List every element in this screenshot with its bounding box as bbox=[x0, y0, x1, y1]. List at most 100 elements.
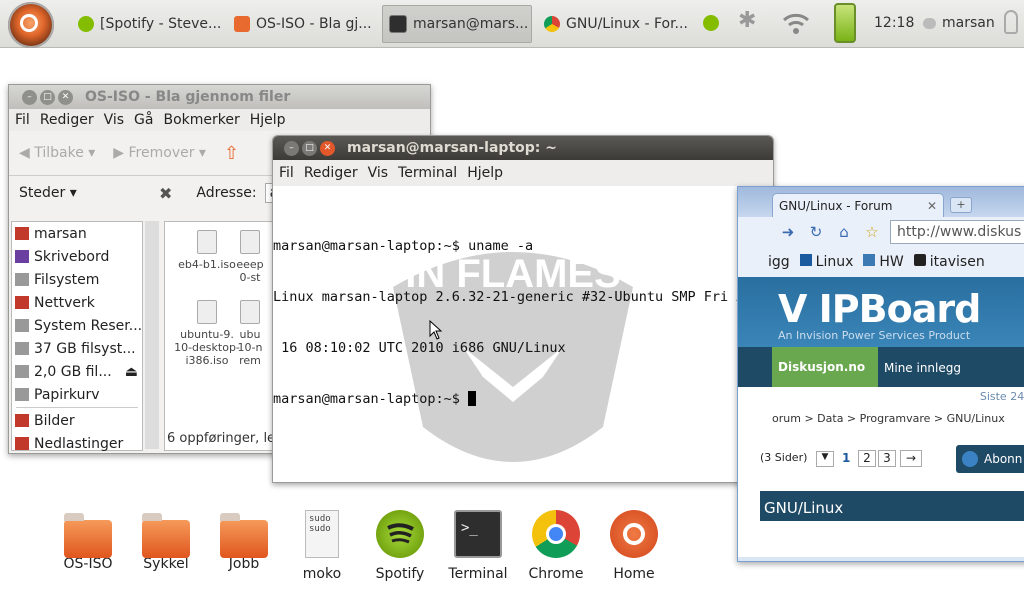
sidebar-item-bilder[interactable]: Bilder bbox=[12, 409, 142, 432]
icon-label: Jobb bbox=[228, 556, 260, 572]
power-icon[interactable] bbox=[1004, 10, 1018, 34]
terminal-window: – □ ✕ marsan@marsan-laptop: ~ Fil Redige… bbox=[272, 135, 774, 483]
next-page-icon[interactable]: → bbox=[900, 450, 922, 467]
pages-dropdown[interactable]: ▼ bbox=[816, 451, 834, 467]
sidebar-item-filsystem[interactable]: Filsystem bbox=[12, 268, 142, 291]
clock[interactable]: 12:18 bbox=[874, 15, 914, 31]
desktop-icon-home[interactable]: Home bbox=[598, 510, 670, 582]
navigation-bar: ➜ ↻ ⌂ ☆ http://www.diskus bbox=[738, 217, 1024, 247]
sidebar-item-nedlastinger[interactable]: Nedlastinger bbox=[12, 432, 142, 453]
usb-drive-icon bbox=[15, 365, 29, 378]
home-folder-icon bbox=[15, 227, 29, 240]
since-link[interactable]: Siste 24 t bbox=[980, 390, 1024, 403]
maximize-button[interactable]: □ bbox=[302, 140, 317, 156]
menu-hjelp[interactable]: Hjelp bbox=[250, 112, 286, 128]
home-icon[interactable]: ⌂ bbox=[834, 222, 854, 242]
bookmark-item[interactable]: itavisen bbox=[913, 254, 985, 270]
sidebar-scrollbar[interactable] bbox=[145, 221, 159, 449]
menu-rediger[interactable]: Rediger bbox=[304, 165, 358, 181]
file-item[interactable]: eeep 0-st bbox=[235, 230, 265, 284]
ubuntu-icon bbox=[610, 510, 658, 558]
close-tab-icon[interactable]: ✕ bbox=[927, 199, 937, 213]
url-bar[interactable]: http://www.diskus bbox=[890, 220, 1024, 244]
bookmark-star-icon[interactable]: ☆ bbox=[862, 222, 882, 242]
menu-hjelp[interactable]: Hjelp bbox=[467, 165, 503, 181]
spotify-tray-icon[interactable] bbox=[703, 15, 719, 31]
bookmark-item[interactable]: igg bbox=[768, 254, 790, 270]
reload-icon[interactable]: ↻ bbox=[806, 222, 826, 242]
page-1[interactable]: 1 bbox=[842, 451, 850, 465]
up-icon[interactable]: ⇧ bbox=[224, 143, 239, 164]
minimize-button[interactable]: – bbox=[22, 89, 37, 105]
bookmark-item[interactable]: Linux bbox=[799, 254, 853, 270]
spotify-icon bbox=[78, 16, 94, 32]
minimize-button[interactable]: – bbox=[284, 140, 299, 156]
wifi-icon[interactable] bbox=[780, 8, 812, 38]
desktop-icon-terminal[interactable]: >_ Terminal bbox=[442, 510, 514, 582]
file-manager-titlebar[interactable]: – □ ✕ OS-ISO - Bla gjennom filer bbox=[9, 85, 430, 109]
sidebar-item-2gb[interactable]: 2,0 GB fil... ⏏ bbox=[12, 360, 142, 383]
forward-icon[interactable]: ➜ bbox=[778, 222, 798, 242]
menu-bokmerker[interactable]: Bokmerker bbox=[163, 112, 239, 128]
taskbar-item-terminal[interactable]: marsan@mars... bbox=[382, 5, 532, 43]
terminal-line: marsan@marsan-laptop:~$ uname -a bbox=[273, 238, 534, 254]
close-button[interactable]: ✕ bbox=[320, 140, 335, 156]
menubar: Fil Rediger Vis Gå Bokmerker Hjelp bbox=[9, 109, 430, 131]
close-button[interactable]: ✕ bbox=[58, 89, 73, 105]
places-dropdown[interactable]: Steder ▾ bbox=[19, 185, 159, 201]
menu-fil[interactable]: Fil bbox=[15, 112, 30, 128]
username[interactable]: marsan bbox=[942, 15, 995, 31]
sidebar-item-system-reserved[interactable]: System Reser... bbox=[12, 314, 142, 337]
tab-gnu-linux-forum[interactable]: GNU/Linux - Forum ✕ bbox=[772, 193, 944, 217]
bookmark-item[interactable]: HW bbox=[863, 254, 904, 270]
sidebar-item-papirkurv[interactable]: Papirkurv bbox=[12, 383, 142, 406]
eject-icon[interactable]: ⏏ bbox=[125, 364, 138, 380]
bookmarks-bar: igg Linux HW itavisen bbox=[738, 247, 1024, 277]
menu-ga[interactable]: Gå bbox=[134, 112, 153, 128]
desktop-icon-moko[interactable]: sudo sudo moko bbox=[286, 510, 358, 582]
file-item[interactable]: ubu 10-n rem bbox=[235, 300, 265, 367]
subscribe-button[interactable]: Abonn bbox=[956, 445, 1024, 473]
breadcrumb: orum > Data > Programvare > GNU/Linux bbox=[772, 412, 1005, 425]
menu-terminal[interactable]: Terminal bbox=[398, 165, 457, 181]
folder-icon bbox=[220, 513, 268, 558]
desktop-icon-chrome[interactable]: Chrome bbox=[520, 510, 592, 582]
icon-label: OS-ISO bbox=[63, 556, 113, 572]
main-menu-button[interactable] bbox=[8, 2, 54, 48]
taskbar-item-spotify[interactable]: [Spotify - Steve... bbox=[72, 5, 222, 43]
network-icon bbox=[15, 296, 29, 309]
menu-vis[interactable]: Vis bbox=[368, 165, 388, 181]
sidebar-item-37gb[interactable]: 37 GB filsyst... bbox=[12, 337, 142, 360]
close-sidebar-icon[interactable]: ✖ bbox=[159, 184, 172, 203]
battery-icon[interactable] bbox=[834, 3, 856, 43]
desktop-icon-jobb[interactable]: Jobb bbox=[208, 510, 280, 572]
disc-image-icon bbox=[240, 300, 260, 324]
menu-rediger[interactable]: Rediger bbox=[40, 112, 94, 128]
nav-tab-mine-innlegg[interactable]: Mine innlegg bbox=[884, 361, 961, 375]
page-3[interactable]: 3 bbox=[878, 450, 896, 467]
desktop-icon-spotify[interactable]: Spotify bbox=[364, 510, 436, 582]
new-tab-button[interactable]: + bbox=[950, 197, 972, 213]
disc-image-icon bbox=[240, 230, 260, 254]
maximize-button[interactable]: □ bbox=[40, 89, 55, 105]
page-2[interactable]: 2 bbox=[858, 450, 876, 467]
desktop-icon-sykkel[interactable]: Sykkel bbox=[130, 510, 202, 572]
desktop-icon-os-iso[interactable]: OS-ISO bbox=[52, 510, 124, 572]
forum-banner: V IPBoard An Invision Power Services Pro… bbox=[738, 277, 1024, 347]
sidebar-item-nettverk[interactable]: Nettverk bbox=[12, 291, 142, 314]
nav-tab-diskusjon[interactable]: Diskusjon.no bbox=[772, 347, 878, 387]
sidebar-item-skrivebord[interactable]: Skrivebord bbox=[12, 245, 142, 268]
bluetooth-icon[interactable]: ✱ bbox=[738, 8, 756, 33]
spotify-icon bbox=[376, 510, 424, 558]
drive-icon bbox=[15, 342, 29, 355]
terminal-output[interactable]: IN FLAMES marsan@marsan-laptop:~$ uname … bbox=[273, 187, 761, 477]
sidebar-item-marsan[interactable]: marsan bbox=[12, 222, 142, 245]
folder-icon bbox=[15, 414, 29, 427]
forward-button[interactable]: ▶ Fremover ▾ bbox=[113, 145, 206, 161]
back-button[interactable]: ◀ Tilbake ▾ bbox=[19, 145, 95, 161]
menu-vis[interactable]: Vis bbox=[104, 112, 124, 128]
taskbar-item-chrome[interactable]: GNU/Linux - For... bbox=[538, 5, 688, 43]
taskbar-item-file-manager[interactable]: OS-ISO - Bla gj... bbox=[228, 5, 378, 43]
menu-fil[interactable]: Fil bbox=[279, 165, 294, 181]
terminal-titlebar[interactable]: – □ ✕ marsan@marsan-laptop: ~ bbox=[273, 136, 773, 160]
